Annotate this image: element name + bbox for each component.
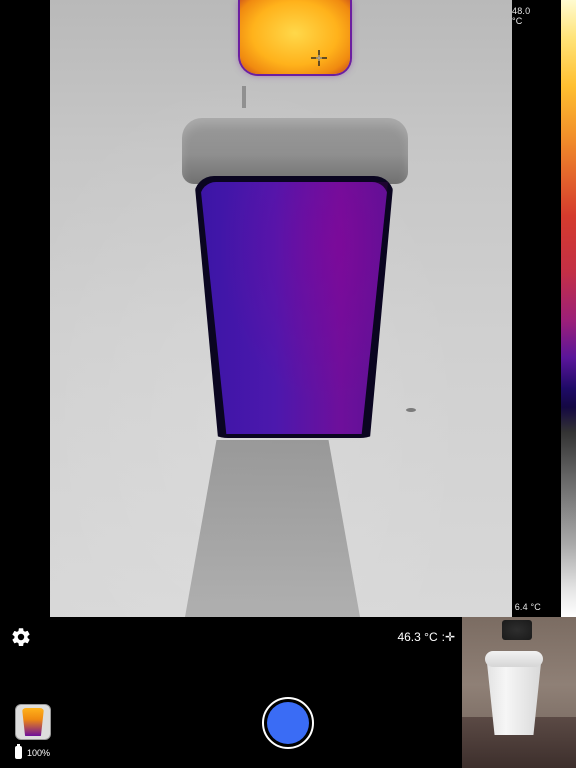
right-letterbox: 48.0 °C 6.4 °C <box>512 0 561 617</box>
spot-temperature-value: 46.3 °C <box>397 630 438 644</box>
battery-status: 100% <box>15 744 51 759</box>
cup-rim <box>182 118 408 184</box>
crosshair-icon: :✛ <box>441 630 455 644</box>
gear-icon <box>12 628 30 646</box>
thumbnail-image <box>22 708 44 736</box>
scale-min-label: 6.4 °C <box>514 602 541 612</box>
capture-button[interactable] <box>262 697 314 749</box>
temperature-color-scale <box>561 0 576 617</box>
cup-body-cold-region <box>200 182 388 434</box>
hot-object-flame <box>240 0 350 74</box>
cup-glow <box>200 182 388 434</box>
battery-level: 100% <box>27 747 51 758</box>
preview-cup-body <box>487 663 541 735</box>
spot-temperature-readout[interactable]: 46.3 °C :✛ <box>397 630 455 644</box>
settings-button[interactable] <box>10 626 32 648</box>
battery-icon <box>15 744 22 759</box>
gallery-thumbnail-button[interactable] <box>15 704 51 740</box>
preview-flame-holder <box>502 620 532 640</box>
scale-max-label: 48.0 °C <box>512 6 531 26</box>
preview-cup-rim <box>485 651 543 667</box>
thermal-image-view[interactable] <box>50 0 512 617</box>
capture-button-fill <box>267 702 309 744</box>
table-shadow-region <box>185 440 360 617</box>
wick-stem <box>242 86 246 108</box>
table-spot <box>406 408 416 412</box>
visual-camera-preview[interactable] <box>462 617 576 768</box>
left-letterbox <box>0 0 50 617</box>
